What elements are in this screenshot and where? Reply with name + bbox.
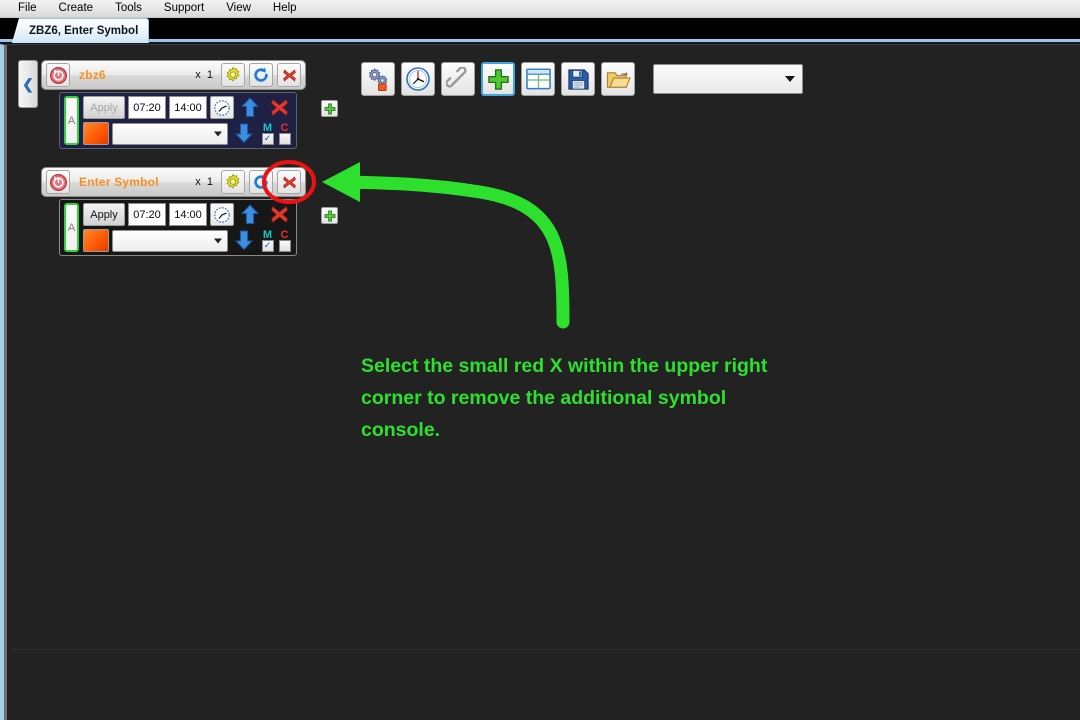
symbol-select[interactable] — [112, 122, 228, 145]
history-clock-icon[interactable] — [46, 63, 70, 87]
console-header: Enter Symbol x 1 — [41, 167, 306, 197]
menu-bar: File Create Tools Support View Help — [0, 0, 1080, 18]
open-folder-icon[interactable] — [601, 62, 635, 96]
console-title: zbz6 — [79, 68, 106, 82]
delete-row-red-x-icon[interactable] — [266, 203, 292, 226]
checkbox-m-box[interactable]: ✓ — [261, 132, 274, 145]
blue-up-arrow-icon[interactable] — [237, 96, 263, 119]
history-clock-icon[interactable] — [46, 170, 70, 194]
console-row-bottom: M ✓ C — [83, 229, 292, 252]
console-close-red-x-icon[interactable] — [277, 170, 301, 194]
annotation-text: Select the small red X within the upper … — [361, 355, 773, 441]
mc-checkbox-group: M ✓ C — [260, 228, 292, 252]
menu-item-create[interactable]: Create — [48, 0, 105, 17]
chevron-down-icon — [785, 76, 795, 82]
workspace-left-edge — [4, 45, 7, 720]
console-controls: Apply 07:20 14:00 M ✓ C — [83, 96, 292, 145]
console-title: Enter Symbol — [79, 175, 159, 189]
blue-up-arrow-icon[interactable] — [237, 203, 263, 226]
gear-icon[interactable] — [221, 63, 245, 87]
start-time-field[interactable]: 07:20 — [128, 96, 166, 119]
menu-item-view[interactable]: View — [215, 0, 262, 17]
clock-schedule-icon[interactable] — [210, 203, 234, 226]
end-time-field[interactable]: 14:00 — [169, 203, 207, 226]
console-multiplier: x 1 — [195, 176, 213, 188]
menu-item-help[interactable]: Help — [262, 0, 308, 17]
color-swatch[interactable] — [83, 229, 109, 252]
checkbox-m-label: M — [262, 121, 273, 134]
console-multiplier: x 1 — [195, 69, 213, 81]
add-row-button[interactable] — [321, 100, 338, 117]
checkbox-c-label: C — [280, 228, 289, 241]
console-body: A Apply 07:20 14:00 M ✓ C — [59, 199, 297, 256]
start-time-field[interactable]: 07:20 — [128, 203, 166, 226]
mc-checkbox-group: M ✓ C — [260, 121, 292, 145]
checkbox-c-box[interactable] — [278, 239, 291, 252]
console-controls: Apply 07:20 14:00 M ✓ C — [83, 203, 292, 252]
checkbox-m[interactable]: M ✓ — [260, 121, 275, 145]
lane-selector-a[interactable]: A — [64, 203, 79, 252]
chevron-down-icon — [214, 131, 222, 136]
grid-window-icon[interactable] — [521, 62, 555, 96]
checkbox-m-label: M — [262, 228, 273, 241]
console-panel-enter-symbol: Enter Symbol x 1 A Apply 07:20 14:00 M ✓… — [41, 167, 338, 256]
console-row-top: Apply 07:20 14:00 — [83, 203, 292, 226]
toolbar-dropdown[interactable] — [653, 64, 803, 94]
checkbox-c-label: C — [280, 121, 289, 134]
lane-selector-a[interactable]: A — [64, 96, 79, 145]
console-header: zbz6 x 1 — [41, 60, 306, 90]
green-plus-icon[interactable] — [481, 62, 515, 96]
add-row-button[interactable] — [321, 207, 338, 224]
clock-schedule-icon[interactable] — [210, 96, 234, 119]
gears-settings-icon[interactable] — [361, 62, 395, 96]
sidebar-collapse-button[interactable]: ❮ — [18, 60, 38, 108]
menu-item-file[interactable]: File — [7, 0, 48, 17]
lane-label: A — [67, 221, 76, 234]
blue-down-arrow-icon[interactable] — [231, 229, 257, 252]
console-row-bottom: M ✓ C — [83, 122, 292, 145]
tab-strip: ZBZ6, Enter Symbol — [0, 18, 1080, 44]
gear-icon[interactable] — [221, 170, 245, 194]
end-time-field[interactable]: 14:00 — [169, 96, 207, 119]
apply-button[interactable]: Apply — [83, 203, 125, 226]
clock-icon[interactable] — [401, 62, 435, 96]
application-window: File Create Tools Support View Help ZBZ6… — [0, 0, 1080, 720]
refresh-icon[interactable] — [249, 170, 273, 194]
console-close-red-x-icon[interactable] — [277, 63, 301, 87]
color-swatch[interactable] — [83, 122, 109, 145]
menu-item-tools[interactable]: Tools — [104, 0, 153, 17]
console-row-top: Apply 07:20 14:00 — [83, 96, 292, 119]
floppy-save-icon[interactable] — [561, 62, 595, 96]
checkbox-m[interactable]: M ✓ — [260, 228, 275, 252]
console-body: A Apply 07:20 14:00 M ✓ C — [59, 92, 297, 149]
blue-down-arrow-icon[interactable] — [231, 122, 257, 145]
symbol-select[interactable] — [112, 229, 228, 252]
checkbox-c-box[interactable] — [278, 132, 291, 145]
delete-row-red-x-icon[interactable] — [266, 96, 292, 119]
checkbox-c[interactable]: C — [277, 228, 292, 252]
refresh-icon[interactable] — [249, 63, 273, 87]
workspace-divider — [10, 649, 1080, 650]
tab-zbz6-enter-symbol[interactable]: ZBZ6, Enter Symbol — [12, 18, 150, 43]
apply-button[interactable]: Apply — [83, 96, 125, 119]
menu-item-support[interactable]: Support — [153, 0, 215, 17]
main-toolbar — [361, 62, 803, 96]
lane-label: A — [67, 114, 76, 127]
console-panel-zbz6: zbz6 x 1 A Apply 07:20 14:00 M ✓ C — [41, 60, 338, 149]
chain-link-icon[interactable] — [441, 62, 475, 96]
chevron-left-icon: ❮ — [22, 76, 34, 92]
checkbox-c[interactable]: C — [277, 121, 292, 145]
checkbox-m-box[interactable]: ✓ — [261, 239, 274, 252]
tab-label: ZBZ6, Enter Symbol — [29, 25, 139, 37]
chevron-down-icon — [214, 238, 222, 243]
